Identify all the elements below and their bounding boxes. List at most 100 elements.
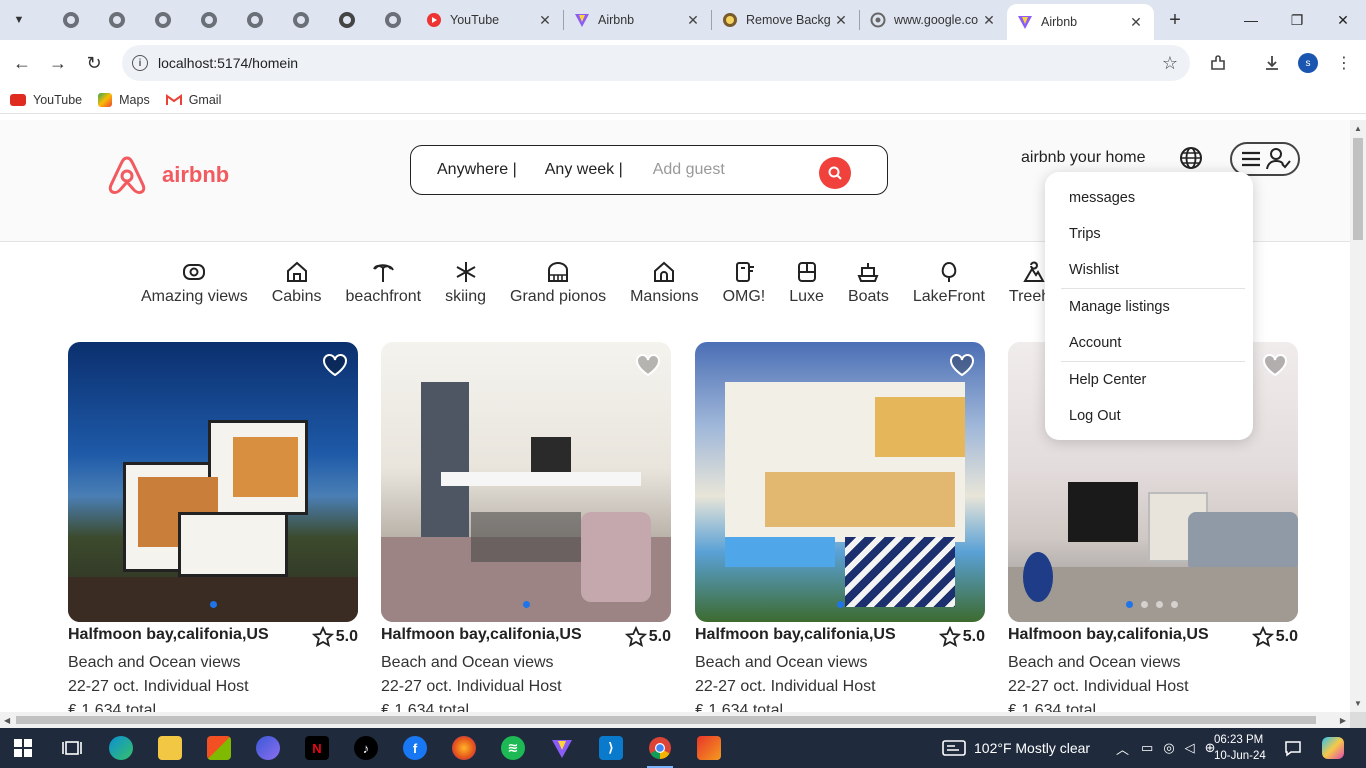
taskbar-spotify[interactable]: ≋ [494, 728, 532, 768]
bookmark-maps[interactable]: Maps [98, 92, 150, 107]
taskbar-store[interactable] [200, 728, 238, 768]
pinned-tab[interactable] [278, 0, 324, 40]
taskbar-netflix[interactable]: N [298, 728, 336, 768]
scrollbar-thumb[interactable] [1353, 138, 1363, 240]
heart-icon[interactable] [1262, 352, 1288, 378]
close-icon[interactable]: ✕ [537, 12, 553, 29]
copilot-icon[interactable] [1322, 728, 1344, 768]
menu-item-messages[interactable]: messages [1045, 180, 1253, 216]
pinned-tab[interactable] [186, 0, 232, 40]
listing-card[interactable]: Halfmoon bay,califonia,US 5.0 Beach and … [68, 342, 358, 712]
category-luxe[interactable]: Luxe [789, 260, 824, 310]
chevron-up-icon[interactable]: ︿ [1116, 739, 1129, 758]
clock[interactable]: 06:23 PM 10-Jun-24 [1214, 732, 1266, 764]
category-skiing[interactable]: skiing [445, 260, 486, 310]
scrollbar-thumb[interactable] [16, 716, 1316, 724]
taskbar-file-explorer[interactable] [151, 728, 189, 768]
listing-card[interactable]: Halfmoon bay,califonia,US 5.0 Beach and … [381, 342, 671, 712]
category-boats[interactable]: Boats [848, 260, 889, 310]
host-link[interactable]: airbnb your home [1021, 149, 1146, 167]
extensions-icon[interactable] [1200, 40, 1236, 86]
airbnb-logo[interactable]: airbnb [106, 154, 229, 196]
category-grand-pianos[interactable]: Grand pionos [510, 260, 606, 310]
start-button[interactable] [4, 728, 42, 768]
tab-airbnb[interactable]: Airbnb ✕ [564, 0, 711, 40]
chrome-menu-icon[interactable]: ⋮ [1326, 40, 1362, 86]
close-icon[interactable]: ✕ [981, 12, 997, 29]
download-icon[interactable] [1254, 40, 1290, 86]
menu-item-trips[interactable]: Trips [1045, 216, 1253, 252]
taskbar-edge[interactable] [102, 728, 140, 768]
search-guest[interactable]: Add guest [653, 161, 725, 179]
bookmark-star-icon[interactable]: ☆ [1162, 53, 1178, 74]
menu-item-manage-listings[interactable]: Manage listings [1045, 289, 1253, 325]
menu-item-log-out[interactable]: Log Out [1045, 398, 1253, 434]
tab-google[interactable]: www.google.co ✕ [860, 0, 1007, 40]
carousel-dot[interactable] [209, 601, 217, 608]
listing-photo[interactable] [68, 342, 358, 622]
reload-button[interactable]: ↻ [76, 45, 112, 81]
close-window-button[interactable]: ✕ [1320, 0, 1366, 40]
carousel-dot[interactable] [836, 601, 844, 608]
taskbar-app[interactable] [249, 728, 287, 768]
tab-remove-bg[interactable]: Remove Backg ✕ [712, 0, 859, 40]
scroll-right-arrow[interactable]: ▶ [1340, 712, 1346, 728]
menu-item-account[interactable]: Account [1045, 325, 1253, 361]
search-when[interactable]: Any week | [545, 161, 623, 179]
category-beachfront[interactable]: beachfront [346, 260, 421, 310]
taskbar-vscode[interactable]: ⟩ [592, 728, 630, 768]
restore-button[interactable]: ❐ [1274, 0, 1320, 40]
taskbar-app-red[interactable] [690, 728, 728, 768]
close-icon[interactable]: ✕ [685, 12, 701, 29]
carousel-dot[interactable] [522, 601, 530, 608]
weather-widget[interactable]: 102°F Mostly clear [942, 728, 1090, 768]
bookmark-youtube[interactable]: YouTube [10, 93, 82, 107]
horizontal-scrollbar[interactable]: ◀ ▶ [0, 712, 1350, 728]
listing-photo[interactable] [695, 342, 985, 622]
user-menu-button[interactable] [1230, 142, 1300, 176]
close-icon[interactable]: ✕ [1128, 14, 1144, 31]
heart-icon[interactable] [949, 352, 975, 378]
pinned-tab[interactable] [232, 0, 278, 40]
pinned-tab[interactable] [48, 0, 94, 40]
listing-photo[interactable] [381, 342, 671, 622]
scroll-down-arrow[interactable]: ▼ [1350, 699, 1366, 708]
listing-card[interactable]: Halfmoon bay,califonia,US 5.0 Beach and … [695, 342, 985, 712]
forward-button[interactable]: → [40, 45, 76, 81]
carousel-dot[interactable] [1171, 601, 1178, 608]
new-tab-button[interactable]: + [1160, 9, 1190, 32]
category-mansions[interactable]: Mansions [630, 260, 699, 310]
carousel-dot[interactable] [1141, 601, 1148, 608]
category-lakefront[interactable]: LakeFront [913, 260, 985, 310]
taskbar-facebook[interactable]: f [396, 728, 434, 768]
tab-airbnb-active[interactable]: Airbnb ✕ [1007, 4, 1154, 40]
back-button[interactable]: ← [4, 45, 40, 81]
search-where[interactable]: Anywhere | [437, 161, 517, 179]
carousel-dot[interactable] [1156, 601, 1163, 608]
address-bar[interactable]: i localhost:5174/homein ☆ [122, 45, 1190, 81]
battery-icon[interactable]: ▭ [1141, 740, 1153, 756]
category-amazing-views[interactable]: Amazing views [141, 260, 248, 310]
menu-item-wishlist[interactable]: Wishlist [1045, 252, 1253, 288]
heart-icon[interactable] [322, 352, 348, 378]
tab-search-button[interactable]: ▼ [6, 7, 32, 33]
pinned-tab[interactable] [370, 0, 416, 40]
vertical-scrollbar[interactable]: ▲ ▼ [1350, 120, 1366, 712]
bookmark-gmail[interactable]: Gmail [165, 93, 221, 107]
taskbar-chrome[interactable] [641, 728, 679, 768]
carousel-dot[interactable] [1126, 601, 1133, 608]
camera-icon[interactable]: ◎ [1163, 740, 1174, 756]
heart-icon[interactable] [635, 352, 661, 378]
globe-icon[interactable] [1178, 145, 1204, 171]
search-button[interactable] [819, 157, 851, 189]
menu-item-help-center[interactable]: Help Center [1045, 362, 1253, 398]
task-view-button[interactable] [53, 728, 91, 768]
tab-youtube[interactable]: YouTube ✕ [416, 0, 563, 40]
site-info-icon[interactable]: i [132, 55, 148, 71]
close-icon[interactable]: ✕ [833, 12, 849, 29]
profile-button[interactable]: s [1290, 40, 1326, 86]
minimize-button[interactable]: — [1228, 0, 1274, 40]
scroll-left-arrow[interactable]: ◀ [4, 712, 10, 728]
scroll-up-arrow[interactable]: ▲ [1350, 124, 1366, 133]
search-bar[interactable]: Anywhere | Any week | Add guest [410, 145, 888, 195]
